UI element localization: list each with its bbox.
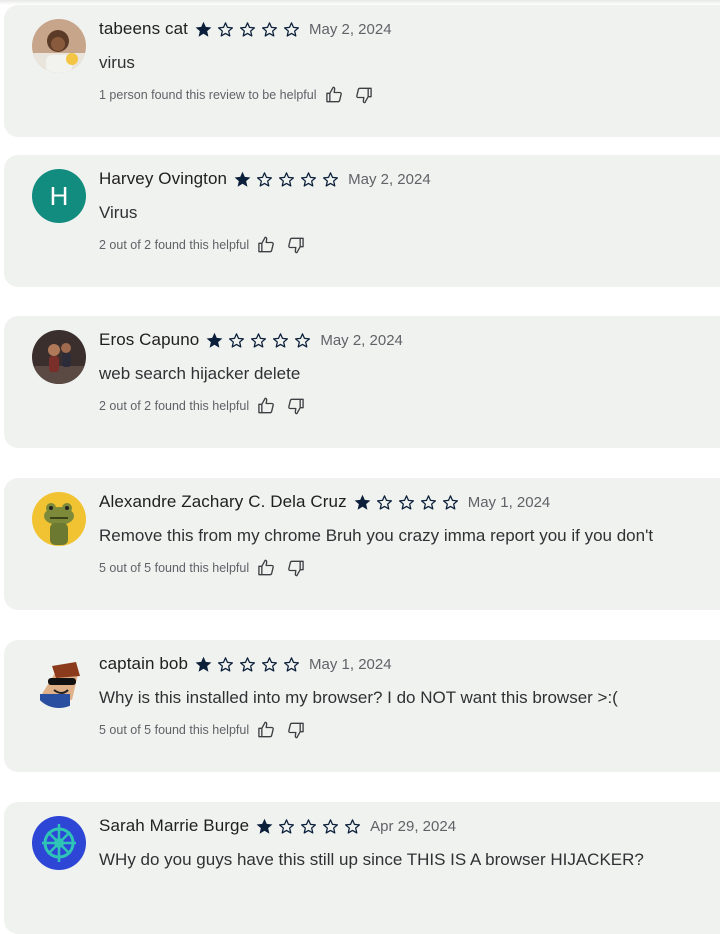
star-empty-icon <box>257 171 273 187</box>
star-empty-icon <box>239 21 256 37</box>
star-empty-icon <box>301 818 317 834</box>
star-empty-icon <box>217 656 234 672</box>
star-rating <box>194 655 304 674</box>
helpful-count: 5 out of 5 found this helpful <box>99 723 250 737</box>
review-date: May 1, 2024 <box>467 493 551 511</box>
star-filled-icon <box>256 818 273 834</box>
thumbs-down-icon[interactable] <box>286 720 306 740</box>
review-card: H Harvey Ovington May 2, 2024 Virus 2 out of… <box>4 155 720 287</box>
helpful-row: 5 out of 5 found this helpful <box>99 558 306 578</box>
star-rating <box>194 20 304 39</box>
review-text: WHy do you guys have this still up since… <box>99 850 644 869</box>
star-empty-icon <box>229 332 245 348</box>
avatar[interactable] <box>32 19 86 73</box>
helpful-row: 1 person found this review to be helpful <box>99 85 374 105</box>
star-empty-icon <box>301 171 317 187</box>
star-empty-icon <box>295 332 311 348</box>
star-rating <box>353 493 463 512</box>
thumbs-down-icon[interactable] <box>286 558 306 578</box>
review-text: web search hijacker delete <box>99 364 301 383</box>
review-text: Remove this from my chrome Bruh you craz… <box>99 526 654 545</box>
avatar[interactable] <box>32 492 86 546</box>
star-empty-icon <box>398 494 414 510</box>
star-empty-icon <box>442 494 458 510</box>
helpful-row: 5 out of 5 found this helpful <box>99 720 306 740</box>
avatar[interactable] <box>32 816 86 870</box>
top-shadow <box>0 0 720 5</box>
helpful-count: 2 out of 2 found this helpful <box>99 399 250 413</box>
review-text: Virus <box>99 203 138 222</box>
star-empty-icon <box>420 494 436 510</box>
review-card: Alexandre Zachary C. Dela Cruz May 1, 202… <box>4 478 720 610</box>
star-filled-icon <box>195 656 212 672</box>
thumbs-up-icon[interactable] <box>256 720 276 740</box>
review-date: Apr 29, 2024 <box>370 817 457 835</box>
star-rating <box>255 817 365 836</box>
reviewer-name[interactable]: captain bob <box>99 654 188 674</box>
review-card: Eros Capuno May 2, 2024 web search hijacke… <box>4 316 720 448</box>
star-empty-icon <box>283 21 300 37</box>
star-rating <box>233 170 343 189</box>
reviewer-name[interactable]: Eros Capuno <box>99 330 199 350</box>
thumbs-down-icon[interactable] <box>286 396 306 416</box>
review-date: May 1, 2024 <box>309 655 392 673</box>
avatar[interactable]: H <box>32 169 86 223</box>
star-empty-icon <box>261 656 278 672</box>
review-header: tabeens cat May 2, 2024 <box>99 19 392 39</box>
review-header: Alexandre Zachary C. Dela Cruz May 1, 202… <box>99 492 550 512</box>
review-date: May 2, 2024 <box>309 20 392 38</box>
review-card: captain bob May 1, 2024 Why is this instal… <box>4 640 720 772</box>
star-filled-icon <box>206 332 223 348</box>
helpful-row: 2 out of 2 found this helpful <box>99 396 306 416</box>
star-filled-icon <box>354 494 371 510</box>
thumbs-down-icon[interactable] <box>354 85 374 105</box>
star-filled-icon <box>195 21 212 37</box>
review-header: captain bob May 1, 2024 <box>99 654 392 674</box>
star-empty-icon <box>273 332 289 348</box>
review-card: Sarah Marrie Burge Apr 29, 2024 WHy do you… <box>4 802 720 934</box>
star-empty-icon <box>279 171 295 187</box>
avatar[interactable] <box>32 654 86 708</box>
star-empty-icon <box>279 818 295 834</box>
helpful-count: 1 person found this review to be helpful <box>99 88 317 102</box>
review-header: Sarah Marrie Burge Apr 29, 2024 <box>99 816 456 836</box>
thumbs-up-icon[interactable] <box>256 235 276 255</box>
review-header: Harvey Ovington May 2, 2024 <box>99 169 431 189</box>
reviewer-name[interactable]: Alexandre Zachary C. Dela Cruz <box>99 492 347 512</box>
star-empty-icon <box>345 818 361 834</box>
thumbs-up-icon[interactable] <box>324 85 344 105</box>
thumbs-down-icon[interactable] <box>286 235 306 255</box>
star-empty-icon <box>283 656 300 672</box>
reviews-list: tabeens cat May 2, 2024 virus 1 person foun… <box>0 0 720 934</box>
star-rating <box>205 331 315 350</box>
star-empty-icon <box>251 332 267 348</box>
star-empty-icon <box>323 171 339 187</box>
review-date: May 2, 2024 <box>320 331 403 349</box>
star-empty-icon <box>217 21 234 37</box>
star-empty-icon <box>376 494 392 510</box>
review-text: Why is this installed into my browser? I… <box>99 688 618 707</box>
avatar-letter: H <box>49 180 69 211</box>
helpful-count: 2 out of 2 found this helpful <box>99 238 250 252</box>
review-date: May 2, 2024 <box>348 170 431 188</box>
helpful-row: 2 out of 2 found this helpful <box>99 235 306 255</box>
thumbs-up-icon[interactable] <box>256 558 276 578</box>
reviewer-name[interactable]: Sarah Marrie Burge <box>99 816 249 836</box>
star-empty-icon <box>261 21 278 37</box>
review-header: Eros Capuno May 2, 2024 <box>99 330 403 350</box>
star-empty-icon <box>239 656 256 672</box>
reviewer-name[interactable]: tabeens cat <box>99 19 188 39</box>
reviewer-name[interactable]: Harvey Ovington <box>99 169 227 189</box>
thumbs-up-icon[interactable] <box>256 396 276 416</box>
avatar[interactable] <box>32 330 86 384</box>
star-empty-icon <box>323 818 339 834</box>
review-card: tabeens cat May 2, 2024 virus 1 person foun… <box>4 5 720 137</box>
star-filled-icon <box>234 171 251 187</box>
review-text: virus <box>99 53 135 72</box>
helpful-count: 5 out of 5 found this helpful <box>99 561 250 575</box>
